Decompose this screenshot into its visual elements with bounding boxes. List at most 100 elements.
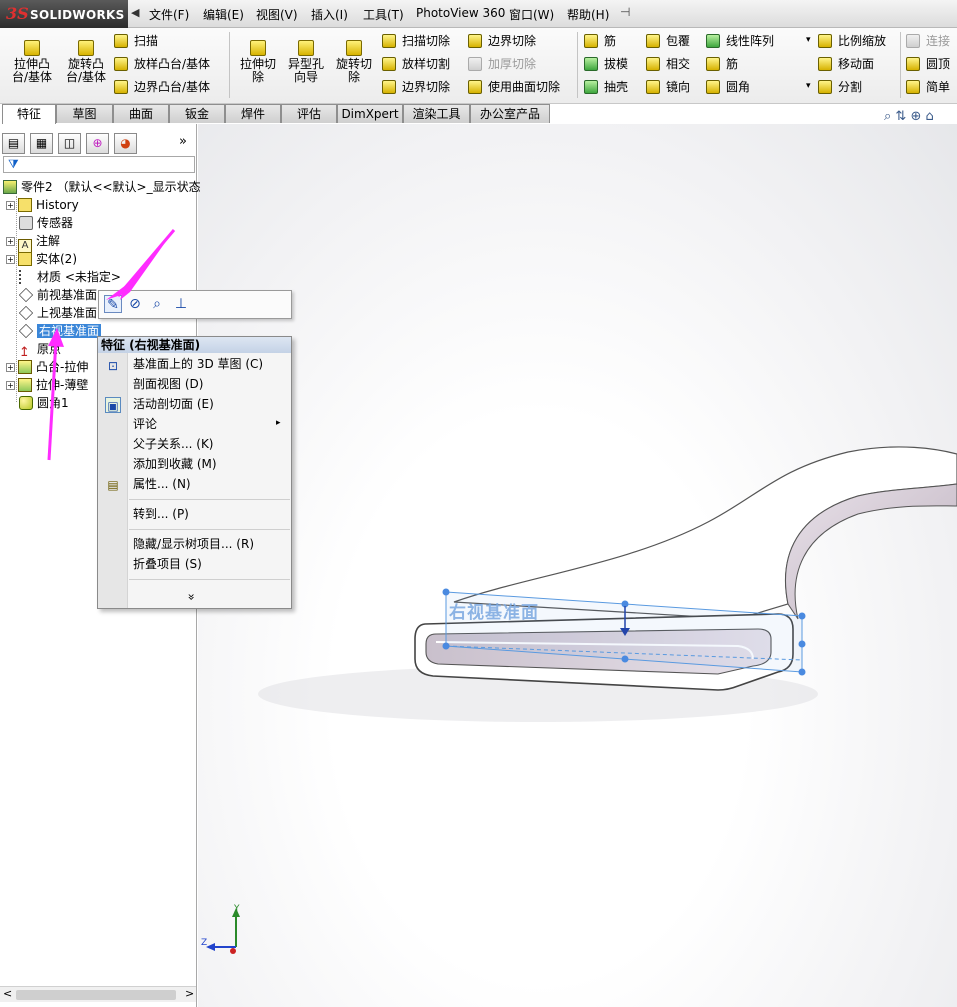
tree-item-history[interactable]: + History (6, 196, 79, 214)
expand-icon[interactable]: + (6, 201, 15, 210)
expand-icon[interactable]: + (6, 363, 15, 372)
surface-cut-button[interactable]: 使用曲面切除 (468, 77, 560, 97)
menu-item-hide-show-tree-items[interactable]: 隐藏/显示树项目... (R) (133, 534, 254, 554)
tree-item-fillet[interactable]: 圆角1 (19, 394, 69, 412)
menu-view[interactable]: 视图(V) (256, 6, 298, 23)
zoom-to-selection-button[interactable]: ⌕ (148, 295, 166, 313)
zoom-icon[interactable]: ⊕ (910, 109, 921, 124)
expand-icon[interactable]: + (6, 237, 15, 246)
property-manager-tab-icon[interactable]: ▦ (30, 133, 53, 154)
rib-button-2[interactable]: 筋 (706, 54, 738, 74)
panel-horizontal-scrollbar[interactable]: < > (0, 986, 196, 1002)
loft-boss-button[interactable]: 放样凸台/基体 (114, 54, 210, 74)
scrollbar-thumb[interactable] (16, 990, 176, 1000)
tab-evaluate[interactable]: 评估 (281, 104, 337, 123)
tab-weldments[interactable]: 焊件 (225, 104, 281, 123)
sweep-button[interactable]: 扫描 (114, 31, 158, 51)
tree-item-material[interactable]: 材质 <未指定> (19, 268, 121, 286)
expand-icon[interactable]: + (6, 255, 15, 264)
intersect-button[interactable]: 相交 (646, 54, 690, 74)
scale-button[interactable]: 比例缩放 (818, 31, 886, 51)
revolved-boss-button[interactable]: 旋转凸 台/基体 (60, 30, 112, 102)
tree-item-annotations[interactable]: + A 注解 (6, 232, 60, 253)
mirror-button[interactable]: 镜向 (646, 77, 690, 97)
tab-dimxpert[interactable]: DimXpert (337, 104, 403, 123)
menu-item-live-section-plane[interactable]: 活动剖切面 (E) (133, 394, 214, 414)
tree-item-solid-bodies[interactable]: + 实体(2) (6, 250, 77, 268)
menu-window[interactable]: 窗口(W) (509, 6, 554, 23)
menu-insert[interactable]: 插入(I) (311, 6, 348, 23)
zoom-area-icon[interactable]: ⇅ (895, 109, 906, 124)
tab-features[interactable]: 特征 (2, 104, 56, 124)
expand-menu-chevron-icon[interactable]: » (185, 593, 199, 600)
menu-item-properties[interactable]: 属性... (N) (133, 474, 191, 494)
menu-item-add-to-favorites[interactable]: 添加到收藏 (M) (133, 454, 217, 474)
thicken-cut-button[interactable]: 加厚切除 (468, 54, 536, 74)
menu-photoview[interactable]: PhotoView 360 (416, 6, 505, 20)
menu-edit[interactable]: 编辑(E) (203, 6, 244, 23)
menu-item-section-view[interactable]: 剖面视图 (D) (133, 374, 203, 394)
swept-cut-button[interactable]: 扫描切除 (382, 31, 450, 51)
pin-icon[interactable]: ⊣ (620, 5, 630, 19)
expand-icon[interactable]: + (6, 381, 15, 390)
tree-item-front-plane[interactable]: 前视基准面 (18, 286, 97, 304)
feature-manager-tab-icon[interactable]: ▤ (2, 133, 25, 154)
scroll-right-icon[interactable]: > (185, 987, 194, 1000)
tree-item-top-plane[interactable]: 上视基准面 (18, 304, 97, 322)
tab-render-tools[interactable]: 渲染工具 (403, 104, 470, 123)
display-manager-tab-icon[interactable]: ◕ (114, 133, 137, 154)
lofted-cut-button[interactable]: 放样切割 (382, 54, 450, 74)
tree-item-sensors[interactable]: 传感器 (19, 214, 73, 232)
menu-help[interactable]: 帮助(H) (567, 6, 609, 23)
tree-item-boss-extrude[interactable]: + 凸台-拉伸 (6, 358, 88, 376)
move-face-button[interactable]: 移动面 (818, 54, 874, 74)
tab-sheet-metal[interactable]: 钣金 (169, 104, 225, 123)
hide-button[interactable]: ⊘ (126, 295, 144, 313)
zoom-to-fit-icon[interactable]: ⌕ (884, 109, 891, 124)
dropdown-arrow-icon[interactable]: ▾ (806, 35, 811, 45)
normal-to-button[interactable]: ⊥ (172, 295, 190, 313)
solidworks-logo[interactable]: 3S SOLIDWORKS (0, 0, 128, 28)
tab-surfaces[interactable]: 曲面 (113, 104, 169, 123)
menu-collapse-arrow-icon[interactable]: ◀ (131, 6, 139, 19)
rib-button[interactable]: 筋 (584, 31, 616, 51)
tree-item-thin-extrude[interactable]: + 拉伸-薄壁 (6, 376, 88, 394)
panel-more-icon[interactable]: » (179, 134, 187, 149)
boundary-cut-button-2[interactable]: 边界切除 (468, 31, 536, 51)
boundary-boss-button[interactable]: 边界凸台/基体 (114, 77, 210, 97)
hole-wizard-button[interactable]: 异型孔 向导 (280, 30, 332, 102)
boundary-cut-button[interactable]: 边界切除 (382, 77, 450, 97)
split-button[interactable]: 分割 (818, 77, 862, 97)
menu-item-parent-child[interactable]: 父子关系... (K) (133, 434, 214, 454)
dropdown-arrow-icon[interactable]: ▾ (806, 81, 811, 91)
menu-tools[interactable]: 工具(T) (363, 6, 404, 23)
tree-filter-input[interactable] (3, 156, 195, 173)
simple-hole-button[interactable]: 简单 (906, 77, 950, 97)
previous-view-icon[interactable]: ⌂ (926, 109, 934, 124)
menu-item-collapse-items[interactable]: 折叠项目 (S) (133, 554, 202, 574)
configuration-manager-tab-icon[interactable]: ◫ (58, 133, 81, 154)
extruded-boss-button[interactable]: 拉伸凸 台/基体 (6, 30, 58, 102)
dimxpert-manager-tab-icon[interactable]: ⊕ (86, 133, 109, 154)
combine-button[interactable]: 连接 (906, 31, 950, 51)
menu-item-go-to[interactable]: 转到... (P) (133, 504, 189, 524)
linear-pattern-button[interactable]: 线性阵列 (706, 31, 774, 51)
tree-item-part[interactable]: 零件2 （默认<<默认>_显示状态 (3, 178, 201, 196)
revolved-cut-button[interactable]: 旋转切 除 (328, 30, 380, 102)
menu-item-3d-sketch-on-plane[interactable]: 基准面上的 3D 草图 (C) (133, 354, 263, 374)
dome-button[interactable]: 圆顶 (906, 54, 950, 74)
tree-item-origin[interactable]: ↥ 原点 (19, 340, 61, 360)
tab-sketch[interactable]: 草图 (56, 104, 113, 123)
sketch-button[interactable]: ✎ (104, 295, 122, 313)
fillet-button[interactable]: 圆角 (706, 77, 750, 97)
scroll-left-icon[interactable]: < (3, 987, 12, 1000)
tab-office-products[interactable]: 办公室产品 (470, 104, 550, 123)
wrap-button[interactable]: 包覆 (646, 31, 690, 51)
menu-item-comment[interactable]: 评论 (133, 414, 157, 434)
tree-item-right-plane[interactable]: 右视基准面 (18, 322, 102, 340)
3d-model[interactable] (198, 124, 957, 1007)
menu-file[interactable]: 文件(F) (149, 6, 189, 23)
draft-button[interactable]: 拔模 (584, 54, 628, 74)
extruded-cut-button[interactable]: 拉伸切 除 (232, 30, 284, 102)
shell-button[interactable]: 抽壳 (584, 77, 628, 97)
